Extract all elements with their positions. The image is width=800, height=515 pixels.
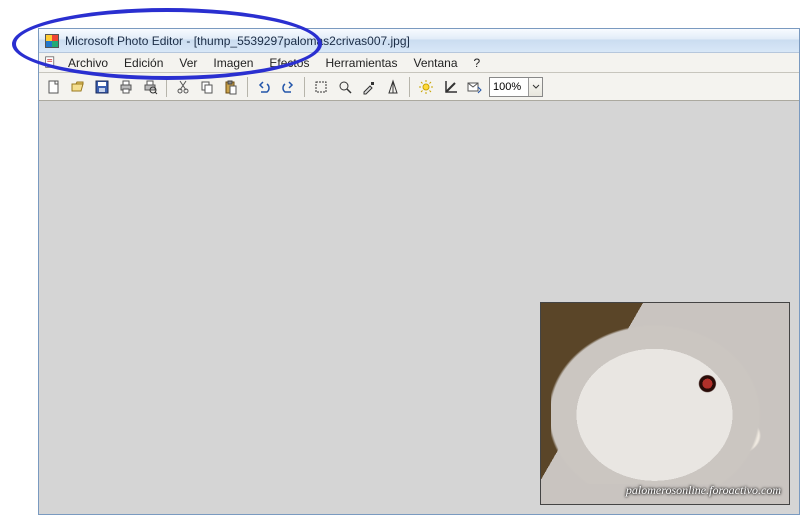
select-rect-icon[interactable]	[310, 76, 332, 98]
pigeon-image	[551, 311, 781, 484]
zoom-input[interactable]	[490, 81, 528, 93]
zoom-icon[interactable]	[334, 76, 356, 98]
menu-efectos[interactable]: Efectos	[262, 55, 316, 71]
menu-edicion[interactable]: Edición	[117, 55, 170, 71]
paste-icon[interactable]	[220, 76, 242, 98]
window-title: Microsoft Photo Editor - [thump_5539297p…	[65, 34, 410, 48]
menu-herramientas[interactable]: Herramientas	[318, 55, 404, 71]
undo-icon[interactable]	[253, 76, 275, 98]
document-icon	[43, 56, 57, 70]
new-icon[interactable]	[43, 76, 65, 98]
toolbar	[39, 73, 799, 101]
menu-ventana[interactable]: Ventana	[406, 55, 464, 71]
menu-ver[interactable]: Ver	[172, 55, 204, 71]
open-icon[interactable]	[67, 76, 89, 98]
titlebar: Microsoft Photo Editor - [thump_5539297p…	[39, 29, 799, 53]
menu-imagen[interactable]: Imagen	[206, 55, 260, 71]
crop-icon[interactable]	[439, 76, 461, 98]
chevron-down-icon[interactable]	[528, 78, 542, 96]
separator	[304, 77, 305, 97]
embedded-photo: palomerosonline.foroactivo.com	[540, 302, 790, 505]
print-preview-icon[interactable]	[139, 76, 161, 98]
send-icon[interactable]	[463, 76, 485, 98]
save-icon[interactable]	[91, 76, 113, 98]
separator	[166, 77, 167, 97]
zoom-combobox[interactable]	[489, 77, 543, 97]
brightness-icon[interactable]	[415, 76, 437, 98]
copy-icon[interactable]	[196, 76, 218, 98]
separator	[409, 77, 410, 97]
menu-help[interactable]: ?	[467, 55, 488, 71]
eyedropper-icon[interactable]	[358, 76, 380, 98]
redo-icon[interactable]	[277, 76, 299, 98]
separator	[247, 77, 248, 97]
menu-archivo[interactable]: Archivo	[61, 55, 115, 71]
print-icon[interactable]	[115, 76, 137, 98]
app-icon	[45, 34, 59, 48]
sharpen-icon[interactable]	[382, 76, 404, 98]
cut-icon[interactable]	[172, 76, 194, 98]
watermark-text: palomerosonline.foroactivo.com	[626, 483, 781, 498]
menubar: Archivo Edición Ver Imagen Efectos Herra…	[39, 53, 799, 73]
